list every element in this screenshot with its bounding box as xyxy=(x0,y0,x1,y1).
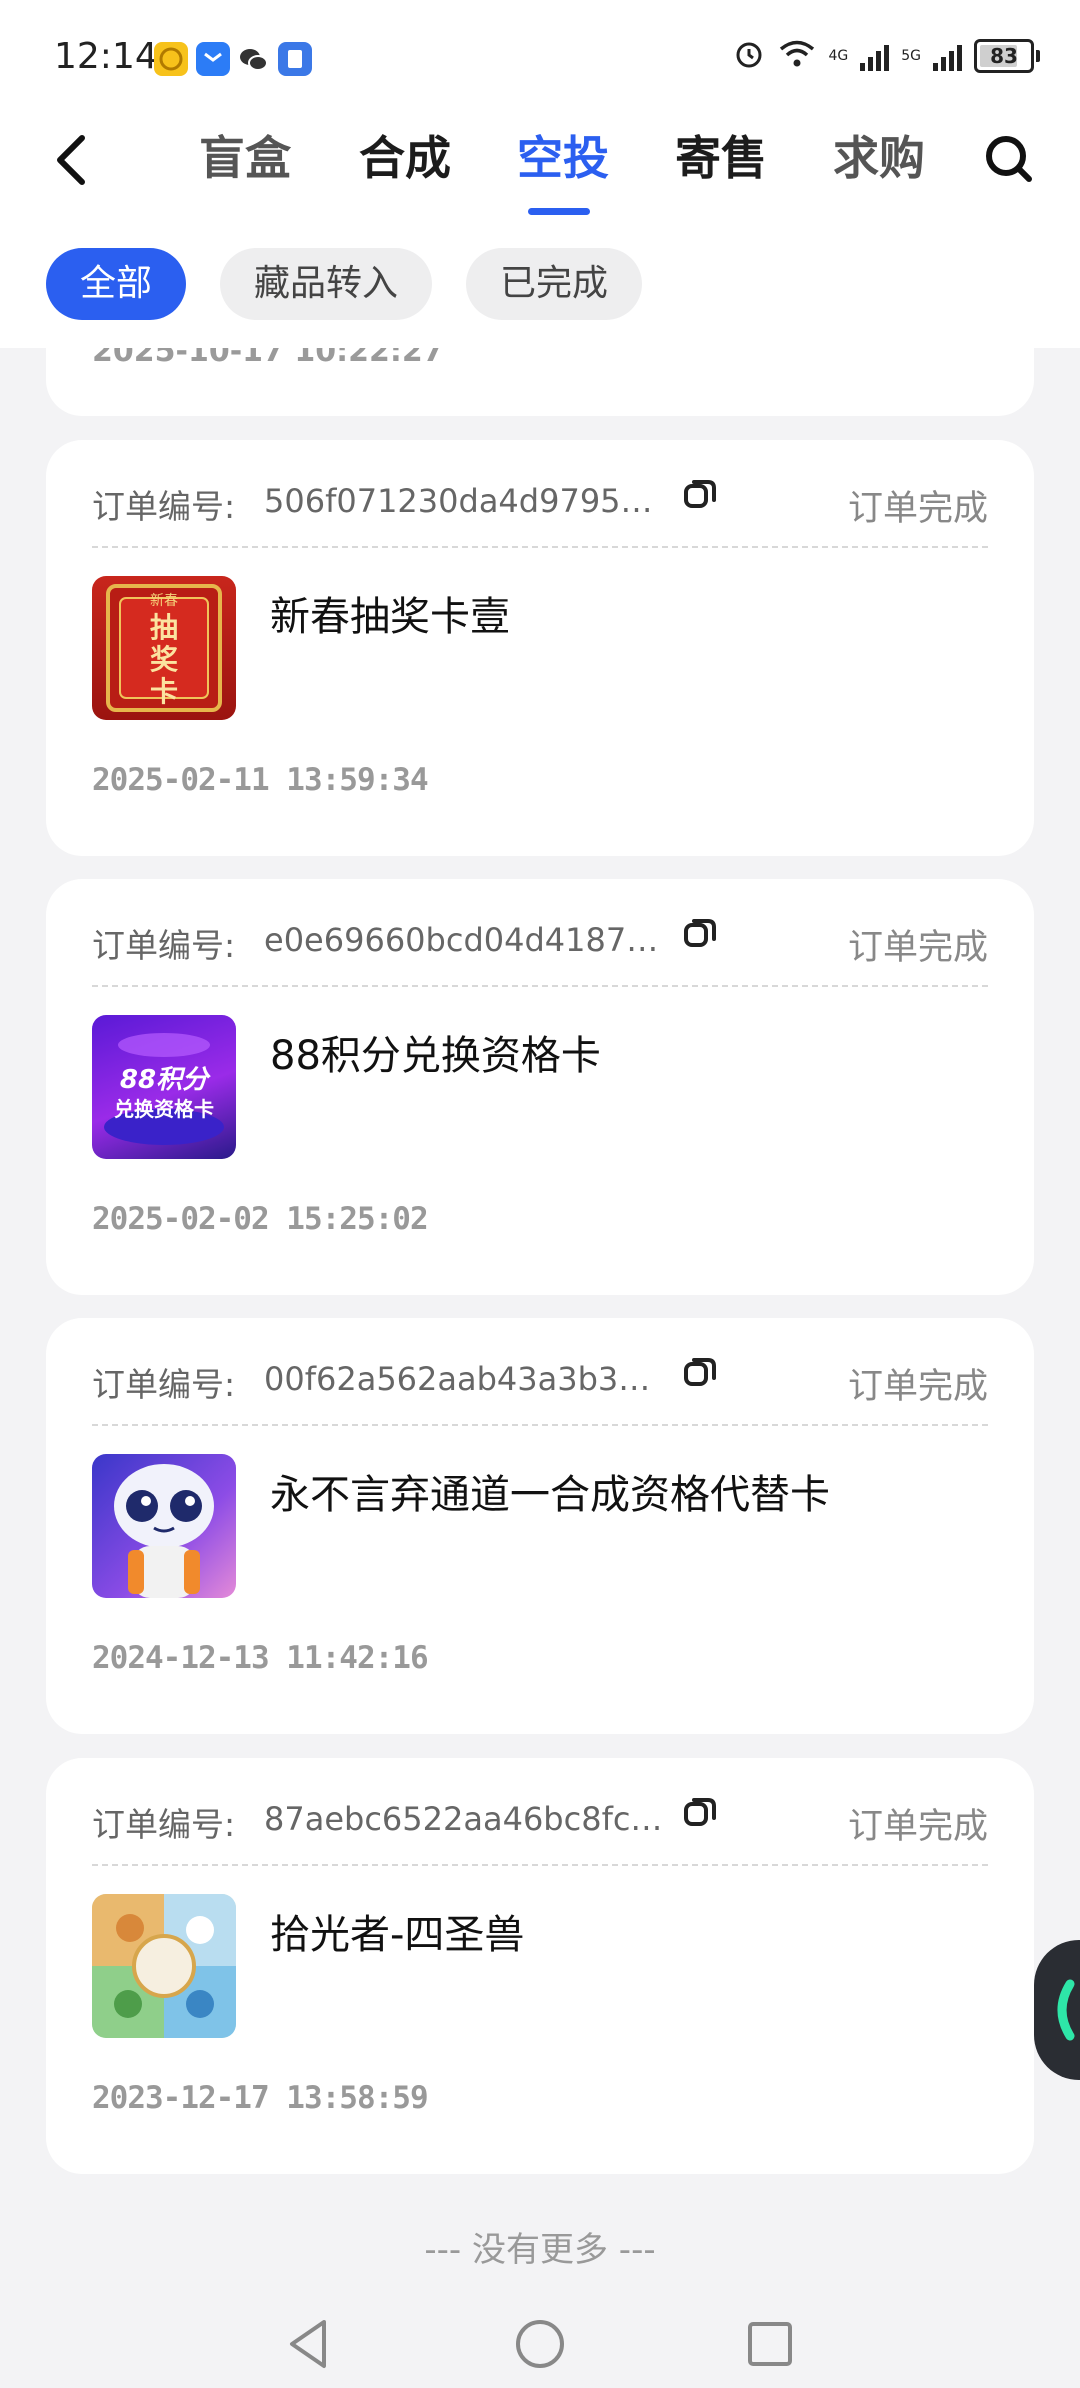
order-number: e0e69660bcd04d4187c6a... xyxy=(264,921,664,959)
system-nav-bar xyxy=(0,2300,1080,2388)
tab-synthesis[interactable]: 合成 xyxy=(350,118,460,198)
order-status: 订单完成 xyxy=(847,489,988,529)
app-icon-yellow xyxy=(154,42,188,76)
order-status: 订单完成 xyxy=(847,928,988,968)
battery-level: 83 xyxy=(990,44,1018,68)
nav-back-button[interactable] xyxy=(280,2314,340,2374)
order-card[interactable]: 订单编号: 87aebc6522aa46bc8fca0... 订单完成 拾光者-… xyxy=(46,1758,1034,2174)
thumb-text: 88积分 xyxy=(119,1065,209,1095)
battery-icon: 83 xyxy=(974,39,1040,73)
network-label-4g: 4G xyxy=(828,48,849,64)
order-number: 506f071230da4d979521e... xyxy=(264,482,664,520)
chevron-left-icon xyxy=(57,135,85,185)
signal-group-1: 4G xyxy=(828,49,848,63)
item-thumbnail xyxy=(92,1894,236,2038)
tab-consignment[interactable]: 寄售 xyxy=(666,118,776,198)
app-icon-blue-2 xyxy=(278,42,312,76)
order-status: 订单完成 xyxy=(847,1367,988,1407)
item-name: 永不言弃通道一合成资格代替卡 xyxy=(270,1472,830,1518)
filter-completed-overlay[interactable]: 已完成 xyxy=(466,248,643,320)
search-button[interactable] xyxy=(974,124,1044,194)
floating-edge-button[interactable] xyxy=(1034,1940,1080,2080)
active-tab-indicator xyxy=(528,208,590,215)
thumb-text-2: 兑换资格卡 xyxy=(114,1097,214,1121)
divider xyxy=(92,1424,988,1426)
signal-icon xyxy=(860,41,890,71)
item-name: 新春抽奖卡壹 xyxy=(270,594,510,640)
triangle-back-icon xyxy=(290,2320,326,2368)
thumb-text-small: 新春 xyxy=(150,593,178,609)
order-number-label: 订单编号: xyxy=(92,487,236,526)
divider xyxy=(92,985,988,987)
order-number-label: 订单编号: xyxy=(92,1365,236,1404)
app-icon-blue xyxy=(196,42,230,76)
network-label-5g: 5G xyxy=(901,48,921,64)
divider xyxy=(92,546,988,548)
signal-icon-2 xyxy=(933,41,962,71)
back-button[interactable] xyxy=(46,124,106,194)
tab-bar: 盲盒 合成 空投 寄售 求购 xyxy=(160,118,960,218)
divider xyxy=(92,1864,988,1866)
order-number: 00f62a562aab43a3b3ee5... xyxy=(264,1360,664,1398)
status-time: 12:14 xyxy=(54,36,158,77)
copy-icon[interactable] xyxy=(680,1792,720,1832)
order-card[interactable]: 订单编号: 506f071230da4d979521e... 订单完成 新春 抽… xyxy=(46,440,1034,856)
item-name: 88积分兑换资格卡 xyxy=(270,1033,601,1079)
nav-recents-button[interactable] xyxy=(740,2314,800,2374)
order-date: 2025-02-02 15:25:02 xyxy=(92,1201,429,1237)
filter-transfer-in-overlay[interactable]: 藏品转入 xyxy=(220,248,433,320)
nav-home-button[interactable] xyxy=(510,2314,570,2374)
item-name: 拾光者-四圣兽 xyxy=(270,1912,525,1958)
order-number-label: 订单编号: xyxy=(92,926,236,965)
wechat-icon xyxy=(236,42,270,76)
list-end-text: --- 没有更多 --- xyxy=(424,2230,656,2270)
order-date: 2025-02-11 13:59:34 xyxy=(92,762,429,798)
search-icon xyxy=(986,136,1032,182)
order-status: 订单完成 xyxy=(847,1807,988,1847)
copy-icon[interactable] xyxy=(680,913,720,953)
order-number: 87aebc6522aa46bc8fca0... xyxy=(264,1800,664,1838)
status-bar: 12:14 4G 5G 83 xyxy=(0,0,1080,110)
order-card[interactable]: 订单编号: 00f62a562aab43a3b3ee5... 订单完成 永不言弃… xyxy=(46,1318,1034,1734)
copy-icon[interactable] xyxy=(680,1352,720,1392)
circle-home-icon xyxy=(516,2320,564,2368)
alarm-icon xyxy=(732,37,766,75)
tab-airdrop[interactable]: 空投 xyxy=(508,118,618,198)
filter-all-overlay[interactable]: 全部 xyxy=(46,248,187,320)
square-recents-icon xyxy=(748,2322,792,2366)
wifi-icon xyxy=(778,38,816,74)
item-thumbnail: 新春 抽奖卡 xyxy=(92,576,236,720)
item-thumbnail: 88积分 兑换资格卡 xyxy=(92,1015,236,1159)
item-thumbnail xyxy=(92,1454,236,1598)
floating-button-icon xyxy=(1057,1979,1075,2041)
status-icons: 4G 5G 83 xyxy=(732,36,1040,76)
tab-blind-box[interactable]: 盲盒 xyxy=(190,118,300,198)
thumb-text: 抽奖卡 xyxy=(149,611,178,708)
order-date: 2024-12-13 11:42:16 xyxy=(92,1640,429,1676)
header: 盲盒 合成 空投 寄售 求购 xyxy=(0,110,1080,230)
order-number-label: 订单编号: xyxy=(92,1805,236,1844)
order-card[interactable]: 订单编号: e0e69660bcd04d4187c6a... 订单完成 88积分… xyxy=(46,879,1034,1295)
order-date: 2023-12-17 13:58:59 xyxy=(92,2080,429,2116)
tab-purchase[interactable]: 求购 xyxy=(824,118,934,198)
copy-icon[interactable] xyxy=(680,474,720,514)
filter-bar-overlay: 全部 藏品转入 已完成 xyxy=(0,230,1080,348)
